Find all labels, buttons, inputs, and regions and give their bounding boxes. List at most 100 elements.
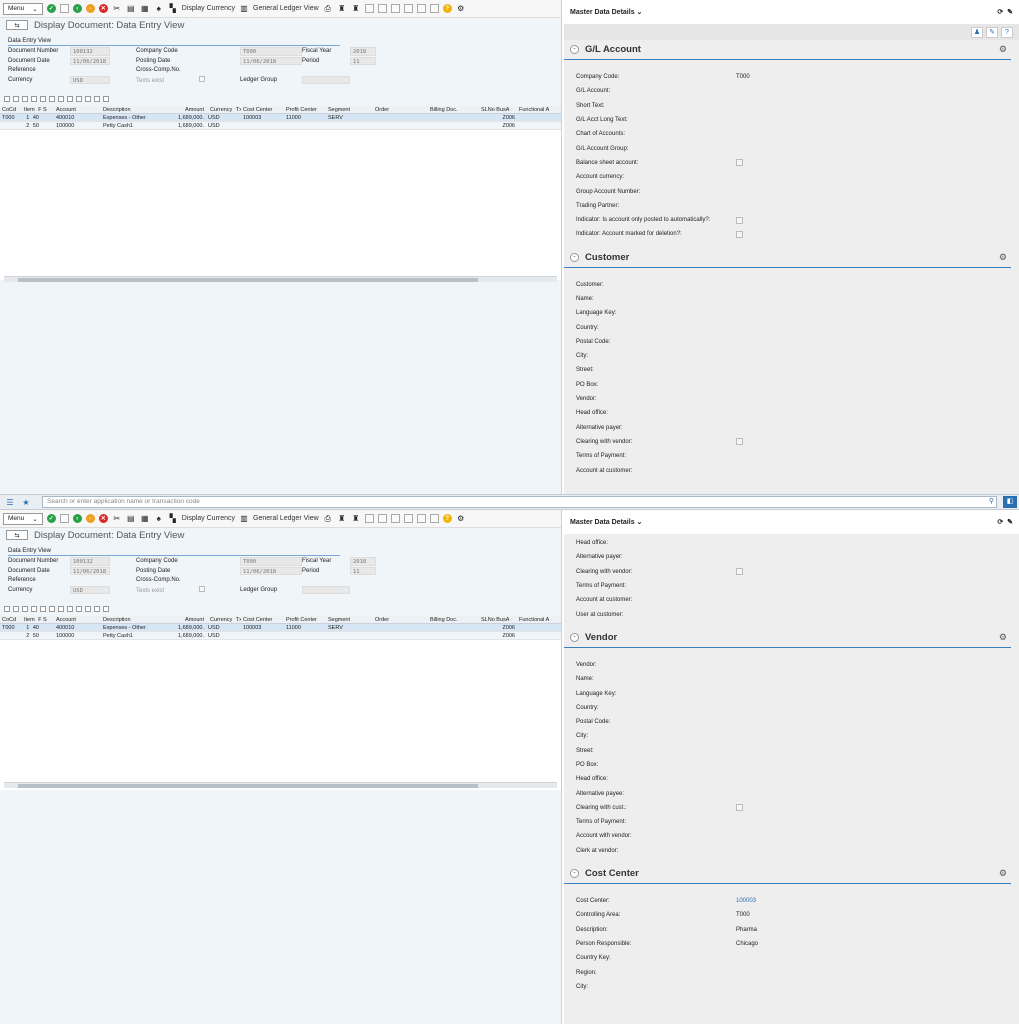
document-icon[interactable]: ▦ (140, 4, 150, 14)
currency-field[interactable]: USD (70, 585, 110, 594)
general-ledger-view-button[interactable]: General Ledger View (253, 5, 319, 12)
help-icon[interactable]: ? (1001, 26, 1013, 38)
fiscal-year-field[interactable]: 2018 (350, 47, 376, 56)
cancel-icon[interactable]: ✕ (98, 514, 108, 523)
collapse-icon[interactable]: - (570, 868, 579, 878)
help-icon[interactable]: ? (442, 4, 452, 13)
filter-icon[interactable] (40, 96, 46, 102)
menu-button[interactable]: Menu ⌄ (3, 2, 43, 15)
horizontal-scrollbar[interactable] (4, 276, 557, 282)
sort-desc-icon[interactable] (22, 96, 28, 102)
favorites-icon[interactable]: ★ (20, 496, 32, 508)
subtotal-icon[interactable] (58, 96, 64, 102)
vendor-section-header[interactable]: - Vendor ⚙ (564, 628, 1011, 648)
scissors-icon[interactable]: ✂ (112, 4, 122, 14)
hat-icon[interactable]: ♠ (154, 514, 164, 524)
table-row[interactable]: T000 1 40 400010 Expenses - Other 1,689,… (0, 114, 561, 122)
save-icon[interactable] (59, 4, 69, 13)
chevron-down-icon[interactable]: ⌄ (637, 519, 643, 526)
collapse-icon[interactable]: - (570, 252, 579, 262)
info-icon[interactable] (103, 96, 109, 102)
pin-icon[interactable]: ✎ (1007, 9, 1013, 16)
ledger-icon[interactable]: ▥ (239, 4, 249, 14)
auto-post-checkbox[interactable] (736, 216, 743, 224)
save-icon[interactable] (59, 514, 69, 523)
document-date-field[interactable]: 11/06/2018 (70, 56, 110, 65)
document-number-field[interactable]: 100132 (70, 557, 110, 566)
last-page-icon[interactable] (403, 4, 413, 13)
clipboard-icon[interactable]: ▤ (126, 514, 136, 524)
first-page-icon[interactable] (364, 514, 374, 523)
clearing-checkbox[interactable] (736, 568, 743, 576)
new-session-icon[interactable] (416, 514, 426, 523)
table-row[interactable]: 2 50 100000 Petty Cash1 1,689,000. USD Z… (0, 122, 561, 130)
back-icon[interactable]: ‹ (72, 4, 82, 13)
cost-center-link[interactable]: 100003 (736, 898, 756, 904)
gl-account-section-header[interactable]: - G/L Account ⚙ (564, 40, 1011, 60)
details-icon[interactable] (4, 606, 10, 612)
layout-icon[interactable] (85, 606, 91, 612)
document-icon[interactable]: ▦ (140, 514, 150, 524)
texts-exist-checkbox[interactable] (199, 585, 206, 592)
sum-icon[interactable] (49, 96, 55, 102)
find-next-icon[interactable]: ♜ (351, 4, 361, 14)
clipboard-icon[interactable]: ▤ (126, 4, 136, 14)
ledger-group-field[interactable] (302, 585, 350, 594)
layout-icon[interactable] (85, 96, 91, 102)
display-currency-icon[interactable]: ▚ (168, 514, 178, 524)
clearing-checkbox[interactable] (736, 438, 743, 446)
posting-date-field[interactable]: 11/06/2018 (240, 56, 302, 65)
menu-button[interactable]: Menu ⌄ (3, 512, 43, 525)
fiscal-year-field[interactable]: 2018 (350, 557, 376, 566)
balance-sheet-checkbox[interactable] (736, 159, 743, 167)
currency-field[interactable]: USD (70, 75, 110, 84)
sort-asc-icon[interactable] (13, 96, 19, 102)
last-page-icon[interactable] (403, 514, 413, 523)
cost-center-section-header[interactable]: - Cost Center ⚙ (564, 864, 1011, 884)
next-page-icon[interactable] (390, 514, 400, 523)
period-field[interactable]: 11 (350, 566, 376, 575)
menu-icon[interactable]: ☰ (4, 496, 16, 508)
prev-page-icon[interactable] (377, 514, 387, 523)
exit-icon[interactable]: ◦ (85, 514, 95, 523)
company-code-field[interactable]: T000 (240, 557, 302, 566)
search-input[interactable]: Search or enter application name or tran… (42, 496, 997, 508)
document-date-field[interactable]: 11/06/2018 (70, 566, 110, 575)
display-currency-button[interactable]: Display Currency (182, 515, 235, 522)
period-field[interactable]: 11 (350, 56, 376, 65)
prev-page-icon[interactable] (377, 4, 387, 13)
first-page-icon[interactable] (364, 4, 374, 13)
graphic-icon[interactable] (94, 606, 100, 612)
find-icon[interactable] (31, 606, 37, 612)
posting-date-field[interactable]: 11/06/2018 (240, 566, 302, 575)
settings-icon[interactable]: ⚙ (456, 514, 466, 524)
ledger-group-field[interactable] (302, 75, 350, 84)
exit-icon[interactable]: ◦ (85, 4, 95, 13)
hat-icon[interactable]: ♠ (154, 4, 164, 14)
navigation-button[interactable]: ⇆ (6, 20, 28, 30)
person-icon[interactable]: ♟ (971, 26, 983, 38)
back-icon[interactable]: ‹ (72, 514, 82, 523)
check-icon[interactable]: ✓ (46, 514, 56, 523)
display-currency-icon[interactable]: ▚ (168, 4, 178, 14)
sort-desc-icon[interactable] (22, 606, 28, 612)
company-code-field[interactable]: T000 (240, 47, 302, 56)
find-next-icon[interactable]: ♜ (351, 514, 361, 524)
info-icon[interactable] (103, 606, 109, 612)
display-currency-button[interactable]: Display Currency (182, 5, 235, 12)
print-icon[interactable]: ⎙ (323, 4, 333, 14)
wrench-icon[interactable]: ✎ (986, 26, 998, 38)
graphic-icon[interactable] (94, 96, 100, 102)
details-icon[interactable] (4, 96, 10, 102)
subtotal-icon[interactable] (58, 606, 64, 612)
clearing-cust-checkbox[interactable] (736, 804, 743, 812)
pin-icon[interactable]: ✎ (1007, 519, 1013, 526)
next-page-icon[interactable] (390, 4, 400, 13)
table-row[interactable]: 2 50 100000 Petty Cash1 1,689,000. USD Z… (0, 632, 561, 640)
table-row[interactable]: T000 1 40 400010 Expenses - Other 1,689,… (0, 624, 561, 632)
customer-section-header[interactable]: - Customer ⚙ (564, 248, 1011, 268)
layout-icon[interactable] (429, 514, 439, 523)
print-icon[interactable] (67, 96, 73, 102)
collapse-icon[interactable]: - (570, 45, 579, 54)
ledger-icon[interactable]: ▥ (239, 514, 249, 524)
